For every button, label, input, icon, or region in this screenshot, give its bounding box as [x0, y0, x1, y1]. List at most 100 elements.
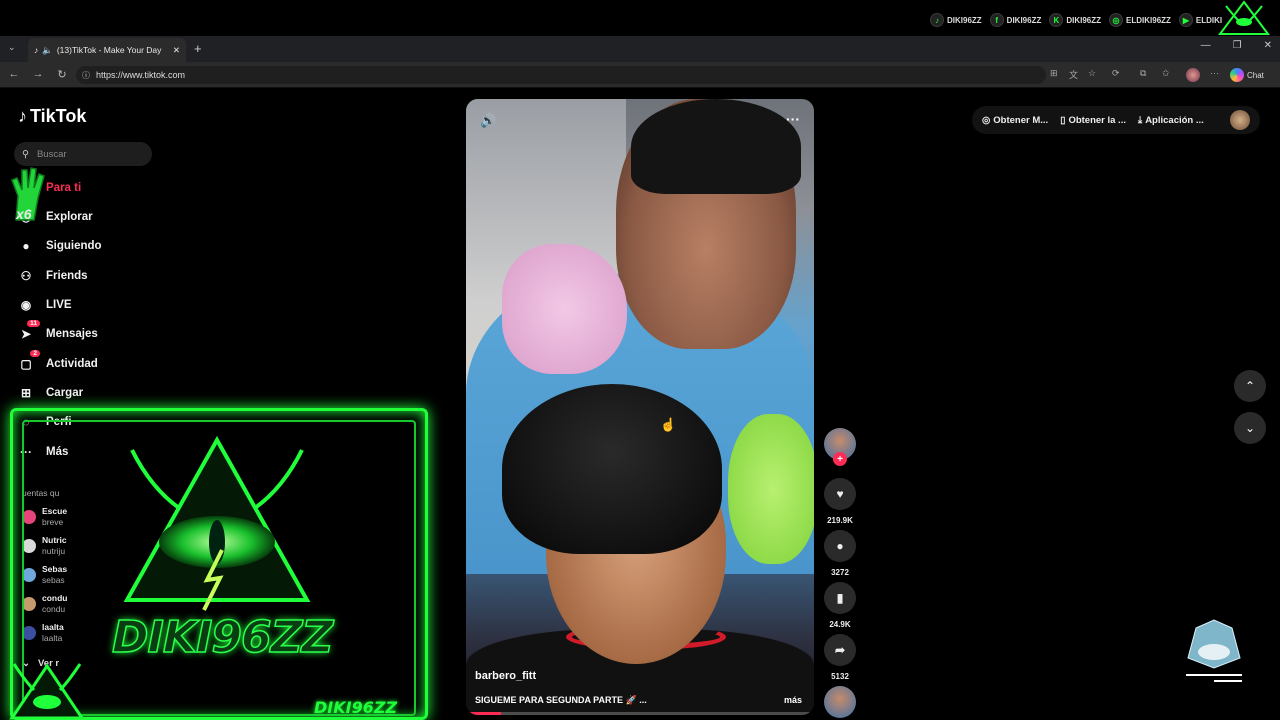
chevron-up-icon: ⌃ [1244, 379, 1256, 393]
minimize-icon[interactable]: — [1201, 40, 1211, 51]
heart-icon[interactable]: ♥ [824, 478, 856, 510]
copilot-chat-button[interactable]: Chat [1230, 66, 1274, 84]
toolbar-button-1[interactable]: ◎ Obtener M... [982, 115, 1048, 126]
tiktok-logo[interactable]: ♪ TikTok [18, 106, 86, 127]
sidebar-item-siguiendo[interactable]: ● Siguiendo [16, 234, 102, 258]
favorite-star-icon[interactable]: ☆ [1088, 68, 1096, 79]
next-video-button[interactable]: ⌄ [1234, 412, 1266, 444]
bookmark-icon[interactable]: ▮ [824, 582, 856, 614]
tab-list-chevron-icon[interactable]: ⌄ [8, 42, 16, 53]
new-tab-button[interactable]: + [194, 41, 202, 56]
phone-icon: ▯ [1060, 114, 1066, 126]
favorites-icon[interactable]: ✩ [1162, 68, 1170, 79]
tab-close-icon[interactable]: ✕ [173, 45, 180, 56]
overlay-social-item: f DIKI96ZZ [989, 13, 1042, 27]
video-pink-glove [502, 244, 627, 374]
coin-icon: ◎ [982, 114, 991, 126]
caption-more-link[interactable]: más [784, 695, 802, 705]
tiktok-wordmark: TikTok [30, 106, 87, 126]
overlay-top-emblem-icon [1218, 0, 1270, 35]
notification-badge: 11 [27, 320, 40, 327]
address-bar[interactable]: ⓘ https://www.tiktok.com [76, 66, 1046, 84]
video-author[interactable]: barbero_fitt [475, 670, 536, 682]
toolbar-button-2[interactable]: ▯ Obtener la ... [1060, 115, 1126, 126]
youtube-icon: ▶ [1178, 13, 1193, 27]
share-action[interactable]: ➦ 5132 [824, 634, 856, 681]
top-actions-bar: ◎ Obtener M... ▯ Obtener la ... ⤓ Aplicación … [972, 106, 1260, 134]
following-avatar-icon: ● [22, 239, 30, 253]
facebook-icon: f [989, 13, 1004, 27]
mouse-cursor-icon: ☝ [660, 417, 677, 432]
share-icon[interactable]: ➦ [824, 634, 856, 666]
comment-icon[interactable]: ● [824, 530, 856, 562]
send-icon: ➤ 11 [16, 320, 40, 344]
browser-menu-icon[interactable]: ··· [1210, 68, 1219, 78]
comment-action[interactable]: ● 3272 [824, 530, 856, 577]
split-screen-icon[interactable]: ⧉ [1140, 68, 1146, 79]
comment-count: 3272 [831, 568, 849, 577]
copilot-icon [1230, 68, 1244, 82]
extensions-icon[interactable]: ⟳ [1112, 68, 1120, 79]
reload-button[interactable]: ↻ [54, 68, 70, 81]
sound-avatar[interactable] [824, 686, 856, 718]
restore-icon[interactable]: ❐ [1233, 40, 1242, 51]
sidebar-item-label: Actividad [46, 358, 98, 370]
sidebar-item-label: Para ti [46, 182, 82, 194]
activity-icon: ▢ 2 [16, 350, 40, 374]
overlay-corner-emblem-icon [9, 663, 85, 720]
sidebar-item-live[interactable]: ◉ LIVE [16, 293, 72, 317]
url-text: https://www.tiktok.com [96, 70, 186, 80]
sidebar-item-mensajes[interactable]: ➤ 11 Mensajes [16, 320, 98, 346]
sidebar-item-cargar[interactable]: ⊞ Cargar [16, 381, 83, 405]
search-icon: ⚲ [22, 148, 29, 160]
overlay-social-item: ◎ ELDIKI96ZZ [1109, 13, 1171, 27]
forward-button[interactable]: → [30, 68, 46, 80]
video-progress-fill [466, 712, 501, 715]
search-input[interactable]: ⚲ Buscar [14, 142, 152, 166]
download-icon: ⤓ [1137, 114, 1143, 126]
overlay-social-handle: DIKI96ZZ [1006, 15, 1042, 25]
save-action[interactable]: ▮ 24.9K [824, 582, 856, 629]
tiktok-icon: ♪ [930, 13, 944, 27]
toolbar-button-3[interactable]: ⤓ Aplicación ... [1138, 115, 1204, 126]
previous-video-button[interactable]: ⌃ [1234, 370, 1266, 402]
sidebar-item-label: Mensajes [46, 328, 98, 340]
screen: ♪ DIKI96ZZ f DIKI96ZZ K DIKI96ZZ ◎ ELDIKI96ZZ ▶ E… [0, 0, 1280, 720]
tiktok-note-icon: ♪ [18, 106, 27, 126]
back-button[interactable]: ← [6, 68, 22, 80]
toolbar-button-label: Aplicación ... [1145, 114, 1204, 126]
video-menu-icon[interactable]: ··· [786, 111, 800, 127]
overlay-social-bar: ♪ DIKI96ZZ f DIKI96ZZ K DIKI96ZZ ◎ ELDIKI96ZZ ▶ E… [930, 10, 1222, 30]
translate-icon[interactable]: 文 [1069, 68, 1078, 81]
overlay-social-handle: ELDIKI96ZZ [1126, 15, 1171, 25]
sidebar-item-label: LIVE [46, 299, 72, 311]
site-info-icon[interactable]: ⓘ [82, 70, 90, 81]
overlay-social-item: ♪ DIKI96ZZ [930, 13, 982, 27]
video-player[interactable]: 🔊 ··· barbero_fitt SIGUEME PARA SEGUNDA … [466, 99, 814, 715]
crystal-decoration-icon [1186, 619, 1242, 682]
like-action[interactable]: ♥ 219.9K [824, 478, 856, 525]
search-placeholder: Buscar [36, 148, 67, 160]
sidebar-item-label: Siguiendo [46, 240, 102, 252]
volume-icon[interactable]: 🔊 [480, 113, 496, 129]
chat-label: Chat [1247, 70, 1264, 80]
sidebar-item-friends[interactable]: ⚇ Friends [16, 264, 88, 288]
video-progress-bar[interactable] [466, 712, 814, 715]
sidebar-item-actividad[interactable]: ▢ 2 Actividad [16, 350, 98, 376]
multiplier-label: x6 [16, 206, 32, 222]
notification-badge: 2 [30, 350, 40, 357]
app-available-icon[interactable]: ⊞ [1050, 68, 1058, 79]
overlay-social-handle: DIKI96ZZ [1066, 15, 1102, 25]
brand-logo-text: DIKI96ZZ [111, 611, 334, 664]
user-avatar[interactable] [1230, 110, 1250, 130]
toolbar-button-label: Obtener M... [993, 114, 1049, 126]
browser-tab[interactable]: ♪ 🔈 (13)TikTok - Make Your Day ✕ [28, 38, 186, 62]
browser-profile-avatar[interactable] [1186, 68, 1200, 82]
video-barber-hair [631, 99, 801, 194]
speaker-icon[interactable]: 🔈 [42, 45, 53, 56]
window-controls: — ❐ ✕ [1201, 40, 1272, 51]
window-close-icon[interactable]: ✕ [1264, 40, 1272, 51]
brand-eye-triangle-icon [123, 435, 311, 611]
tiktok-favicon-icon: ♪ [34, 45, 39, 55]
follow-plus-button[interactable]: + [833, 452, 847, 466]
